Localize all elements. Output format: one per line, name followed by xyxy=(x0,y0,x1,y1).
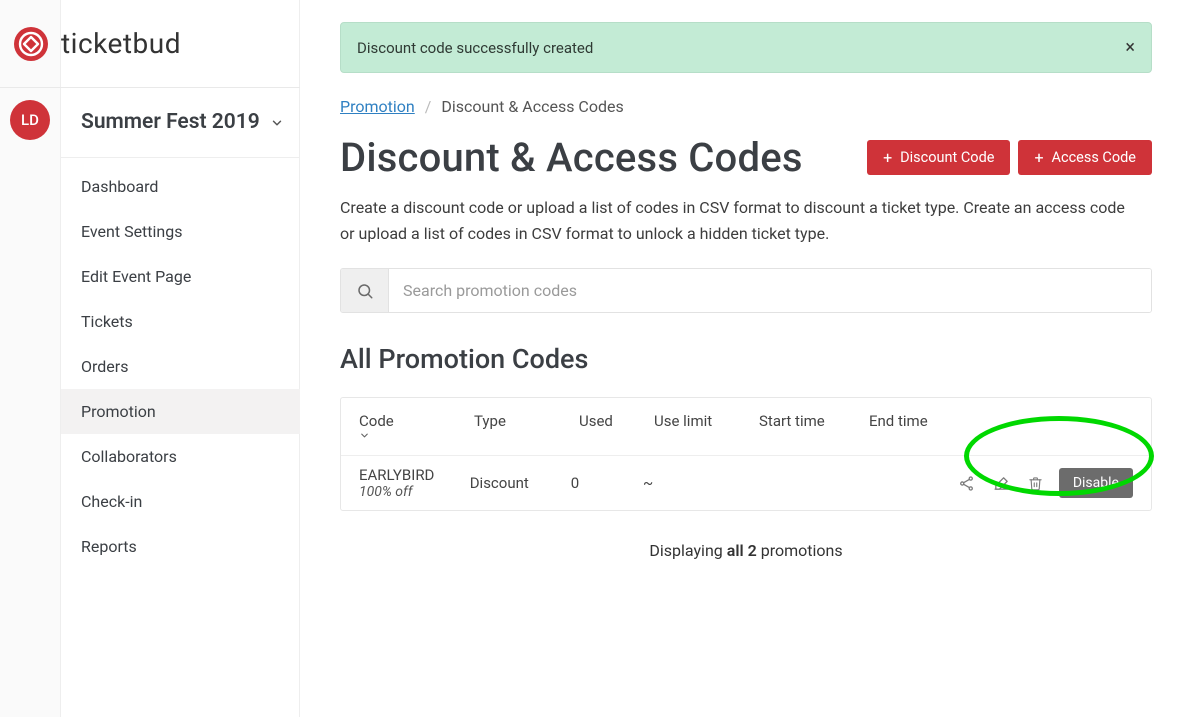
share-icon xyxy=(958,475,975,492)
col-header-end[interactable]: End time xyxy=(869,412,979,441)
code-value: EARLYBIRD xyxy=(359,466,470,484)
edit-icon xyxy=(993,475,1010,492)
share-button[interactable] xyxy=(956,473,977,494)
cell-used: 0 xyxy=(571,474,643,492)
close-icon: × xyxy=(1125,37,1135,58)
page-title: Discount & Access Codes xyxy=(340,134,803,181)
success-flash: Discount code successfully created × xyxy=(340,22,1152,73)
edit-button[interactable] xyxy=(991,473,1012,494)
table-row: EARLYBIRD 100% off Discount 0 ~ xyxy=(341,456,1151,510)
sidebar-item-edit-event-page[interactable]: Edit Event Page xyxy=(61,254,300,299)
section-title: All Promotion Codes xyxy=(340,343,1152,375)
breadcrumb: Promotion / Discount & Access Codes xyxy=(340,97,1152,116)
chevron-down-icon xyxy=(270,116,284,130)
search-input[interactable] xyxy=(389,269,1151,312)
event-switcher[interactable]: Summer Fest 2019 xyxy=(61,88,300,158)
promotions-table: Code Type Used Use limit Start time End … xyxy=(340,397,1152,511)
sidebar-item-orders[interactable]: Orders xyxy=(61,344,300,389)
sidebar-item-event-settings[interactable]: Event Settings xyxy=(61,209,300,254)
disable-button[interactable]: Disable xyxy=(1059,468,1133,498)
col-header-type[interactable]: Type xyxy=(474,412,579,441)
button-label: Access Code xyxy=(1052,149,1136,166)
avatar-column: LD xyxy=(0,0,61,717)
pagination-text: Displaying all 2 promotions xyxy=(340,541,1152,560)
cell-type: Discount xyxy=(470,474,571,492)
cell-use-limit: ~ xyxy=(643,474,744,492)
sidebar-item-collaborators[interactable]: Collaborators xyxy=(61,434,300,479)
flash-message: Discount code successfully created xyxy=(357,39,593,57)
breadcrumb-link-promotion[interactable]: Promotion xyxy=(340,97,415,116)
sidebar-item-promotion[interactable]: Promotion xyxy=(61,389,300,434)
user-avatar[interactable]: LD xyxy=(10,100,50,140)
flash-close-button[interactable]: × xyxy=(1125,37,1135,58)
search-bar xyxy=(340,268,1152,313)
button-label: Discount Code xyxy=(900,149,994,166)
col-header-use-limit[interactable]: Use limit xyxy=(654,412,759,441)
event-title: Summer Fest 2019 xyxy=(81,108,260,137)
breadcrumb-current: Discount & Access Codes xyxy=(441,97,623,116)
sidebar-item-reports[interactable]: Reports xyxy=(61,524,300,569)
breadcrumb-separator: / xyxy=(425,97,432,116)
sidebar: ticketbud Summer Fest 2019 Dashboard Eve… xyxy=(61,0,300,717)
sidebar-item-dashboard[interactable]: Dashboard xyxy=(61,164,300,209)
sidebar-item-tickets[interactable]: Tickets xyxy=(61,299,300,344)
plus-icon: + xyxy=(1034,150,1043,166)
sidebar-item-check-in[interactable]: Check-in xyxy=(61,479,300,524)
main-content: Discount code successfully created × Pro… xyxy=(300,0,1192,717)
trash-icon xyxy=(1028,475,1043,492)
page-description: Create a discount code or upload a list … xyxy=(340,195,1140,246)
col-header-code[interactable]: Code xyxy=(359,412,474,441)
chevron-down-icon xyxy=(359,430,474,441)
sidebar-nav: Dashboard Event Settings Edit Event Page… xyxy=(61,158,300,569)
col-header-used[interactable]: Used xyxy=(579,412,654,441)
delete-button[interactable] xyxy=(1026,473,1045,494)
add-access-code-button[interactable]: + Access Code xyxy=(1018,140,1152,175)
table-header: Code Type Used Use limit Start time End … xyxy=(341,398,1151,456)
plus-icon: + xyxy=(883,150,892,166)
search-icon xyxy=(341,269,389,312)
brand-name: ticketbud xyxy=(61,27,181,60)
cell-code: EARLYBIRD 100% off xyxy=(359,466,470,500)
col-header-start[interactable]: Start time xyxy=(759,412,869,441)
add-discount-code-button[interactable]: + Discount Code xyxy=(867,140,1010,175)
code-discount: 100% off xyxy=(359,484,470,500)
